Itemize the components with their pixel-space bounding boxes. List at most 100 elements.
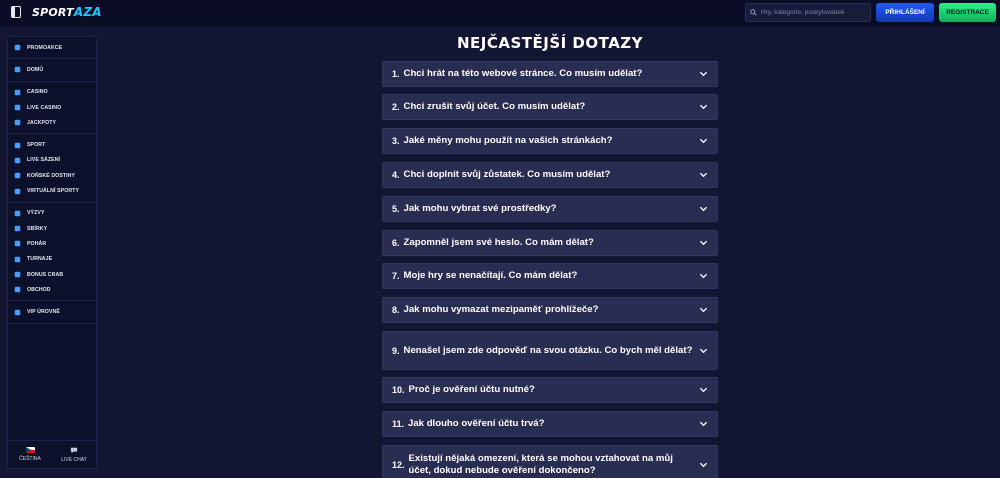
- faq-number: 6.: [392, 238, 400, 248]
- sidebar-item-label: BONUS CRAB: [27, 271, 64, 278]
- sidebar-item-label: SBÍRKY: [27, 225, 48, 232]
- sidebar-item-label: CASINO: [27, 89, 48, 96]
- faq-item[interactable]: 6. Zapomněl jsem své heslo. Co mám dělat?: [382, 230, 718, 256]
- faq-item[interactable]: 2. Chci zrušit svůj účet. Co musím udělat…: [382, 94, 718, 120]
- sidebar-group: SPORT LIVE SÁZENÍ KOŇSKÉ DOSTIHY VIRTUÁLNÍ …: [8, 134, 96, 203]
- chevron-down-icon[interactable]: [699, 461, 708, 469]
- chevron-down-icon[interactable]: [699, 103, 708, 111]
- sidebar-item-casino[interactable]: CASINO: [8, 85, 96, 100]
- sidebar-item-domu[interactable]: DOMŮ: [8, 62, 96, 77]
- language-label: ČEŠTINA: [19, 456, 41, 462]
- faq-number: 7.: [392, 271, 400, 281]
- sidebar-item-label: SPORT: [27, 142, 46, 149]
- language-selector[interactable]: ČEŠTINA: [8, 441, 52, 468]
- logo-accent: AZA: [73, 5, 102, 19]
- sidebar-toggle-icon[interactable]: [11, 6, 21, 18]
- sidebar-group: VIP ÚROVNĚ: [8, 301, 96, 324]
- faq-question: Jak mohu vybrat své prostředky?: [403, 203, 557, 214]
- login-button[interactable]: PŘIHLÁŠENÍ: [876, 3, 934, 22]
- faq-item[interactable]: 5. Jak mohu vybrat své prostředky?: [382, 196, 718, 222]
- faq-number: 9.: [392, 345, 400, 356]
- logo[interactable]: SPORT AZA: [32, 5, 102, 19]
- chevron-down-icon[interactable]: [699, 420, 708, 428]
- top-header: SPORTAZA PŘIHLÁŠENÍ REGISTRACE: [0, 0, 1000, 26]
- sidebar-item-obchod[interactable]: OBCHOD: [8, 282, 96, 297]
- chevron-down-icon[interactable]: [699, 137, 708, 145]
- sidebar-item-sport[interactable]: SPORT: [8, 137, 96, 152]
- sidebar-item-label: PROMOAKCE: [27, 44, 63, 51]
- virtual-icon: [14, 188, 21, 195]
- sidebar-item-promoakce[interactable]: PROMOAKCE: [8, 40, 96, 55]
- chevron-down-icon[interactable]: [699, 70, 708, 78]
- challenge-icon: [14, 210, 21, 217]
- sidebar-item-label: LIVE SÁZENÍ: [27, 157, 61, 164]
- sidebar-item-vip-urovne[interactable]: VIP ÚROVNĚ: [8, 304, 96, 319]
- home-icon: [14, 66, 21, 73]
- sidebar: PROMOAKCE DOMŮ CASINO LIVE CASINO JACKPOTY SP…: [7, 36, 97, 469]
- faq-item[interactable]: 3. Jaké měny mohu použít na vašich stránk…: [382, 128, 718, 154]
- sidebar-item-label: JACKPOTY: [27, 119, 57, 126]
- faq-number: 8.: [392, 305, 400, 315]
- sidebar-item-label: DOMŮ: [27, 66, 44, 73]
- page-title: NEJČASTĚJŠÍ DOTAZY: [456, 34, 644, 52]
- chevron-down-icon[interactable]: [699, 386, 708, 394]
- sidebar-menu: PROMOAKCE DOMŮ CASINO LIVE CASINO JACKPOTY SP…: [8, 37, 96, 324]
- shop-icon: [14, 286, 21, 293]
- faq-number: 11.: [392, 419, 405, 429]
- faq-number: 1.: [392, 69, 400, 79]
- sidebar-item-live-sazeni[interactable]: LIVE SÁZENÍ: [8, 153, 96, 168]
- sidebar-item-virtualni-sporty[interactable]: VIRTUÁLNÍ SPORTY: [8, 183, 96, 198]
- sidebar-group: PROMOAKCE: [8, 37, 96, 60]
- faq-item[interactable]: 7. Moje hry se nenačítají. Co mám dělat?: [382, 263, 718, 289]
- sidebar-group: DOMŮ: [8, 59, 96, 82]
- faq-item[interactable]: 10. Proč je ověření účtu nutné?: [382, 377, 718, 403]
- sidebar-item-konske-dostihy[interactable]: KOŇSKÉ DOSTIHY: [8, 168, 96, 183]
- sidebar-item-label: LIVE CASINO: [27, 104, 62, 111]
- tournament-icon: [14, 256, 21, 263]
- sidebar-item-sbirky[interactable]: SBÍRKY: [8, 221, 96, 236]
- jackpot-icon: [14, 119, 21, 126]
- horse-icon: [14, 172, 21, 179]
- faq-question: Jaké měny mohu použít na vašich stránkác…: [403, 135, 613, 146]
- faq-question: Jak mohu vymazat mezipaměť prohlížeče?: [403, 304, 599, 315]
- faq-item[interactable]: 4. Chci doplnit svůj zůstatek. Co musím u…: [382, 162, 718, 188]
- faq-question: Moje hry se nenačítají. Co mám dělat?: [403, 270, 578, 281]
- faq-question: Chci doplnit svůj zůstatek. Co musím udě…: [403, 169, 611, 180]
- sidebar-group: VÝZVY SBÍRKY POHÁR TURNAJE BONUS CRAB OBCHOD: [8, 203, 96, 302]
- chevron-down-icon[interactable]: [699, 205, 708, 213]
- faq-item[interactable]: 8. Jak mohu vymazat mezipaměť prohlížeče?: [382, 297, 718, 323]
- czech-flag-icon: [25, 447, 35, 453]
- chevron-down-icon[interactable]: [699, 347, 708, 355]
- search-box[interactable]: [745, 3, 871, 22]
- sidebar-item-label: POHÁR: [27, 240, 47, 247]
- sidebar-item-jackpoty[interactable]: JACKPOTY: [8, 115, 96, 130]
- register-button[interactable]: REGISTRACE: [939, 3, 996, 22]
- trophy-icon: [14, 240, 21, 247]
- faq-number: 12.: [392, 459, 405, 470]
- faq-item[interactable]: 12. Existují nějaká omezení, která se moh…: [382, 445, 718, 478]
- sidebar-footer: ČEŠTINA LIVE CHAT: [8, 440, 96, 468]
- faq-item[interactable]: 11. Jak dlouho ověření účtu trvá?: [382, 411, 718, 437]
- sidebar-item-label: OBCHOD: [27, 286, 51, 293]
- sidebar-item-pohar[interactable]: POHÁR: [8, 236, 96, 251]
- faq-item[interactable]: 9. Nenašel jsem zde odpověď na svou otázk…: [382, 331, 718, 370]
- faq-question: Zapomněl jsem své heslo. Co mám dělat?: [403, 237, 594, 248]
- search-input[interactable]: [761, 9, 869, 16]
- sidebar-item-live-casino[interactable]: LIVE CASINO: [8, 100, 96, 115]
- live-chat-button[interactable]: LIVE CHAT: [52, 441, 96, 468]
- gift-icon: [14, 44, 21, 51]
- sidebar-item-bonus-crab[interactable]: BONUS CRAB: [8, 267, 96, 282]
- diamond-icon: [14, 309, 21, 316]
- chevron-down-icon[interactable]: [699, 272, 708, 280]
- ball-icon: [14, 142, 21, 149]
- chevron-down-icon[interactable]: [699, 239, 708, 247]
- chevron-down-icon[interactable]: [699, 171, 708, 179]
- chevron-down-icon[interactable]: [699, 306, 708, 314]
- faq-number: 3.: [392, 136, 400, 146]
- faq-question: Proč je ověření účtu nutné?: [408, 384, 535, 395]
- sidebar-item-vyzvy[interactable]: VÝZVY: [8, 206, 96, 221]
- collection-icon: [14, 225, 21, 232]
- sidebar-item-turnaje[interactable]: TURNAJE: [8, 252, 96, 267]
- sidebar-item-label: VIP ÚROVNĚ: [27, 309, 60, 316]
- faq-item[interactable]: 1. Chci hrát na této webové stránce. Co m…: [382, 61, 718, 87]
